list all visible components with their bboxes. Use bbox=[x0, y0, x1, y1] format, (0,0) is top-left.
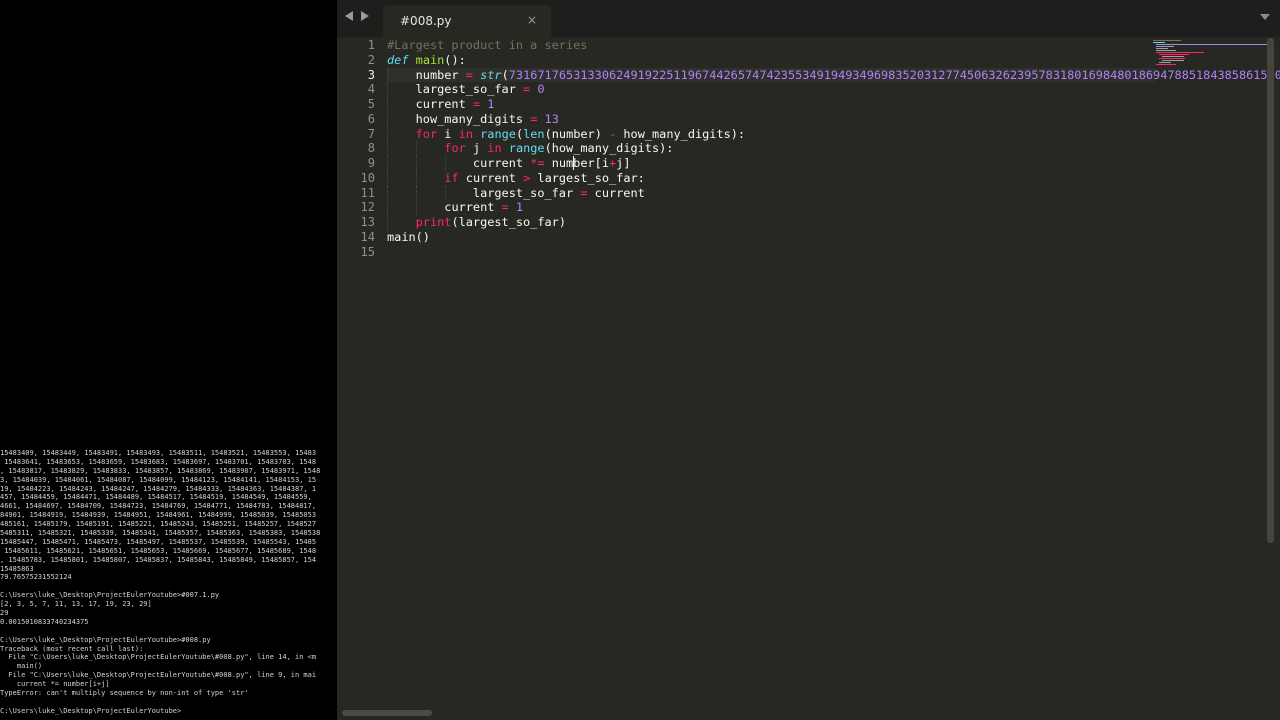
terminal-line: main() bbox=[0, 662, 43, 671]
terminal-line: 15483641, 15483653, 15483659, 15483683, … bbox=[0, 457, 317, 466]
code-line-5: current = 1 bbox=[387, 97, 1155, 112]
line-number: 14 bbox=[360, 229, 375, 244]
line-number: 6 bbox=[367, 111, 375, 126]
line-number: 8 bbox=[367, 141, 375, 156]
code-line-4: largest_so_far = 0 bbox=[387, 82, 1155, 97]
terminal-line: File "C:\Users\luke_\Desktop\ProjectEule… bbox=[0, 653, 317, 662]
terminal-line: C:\Users\luke_\Desktop\ProjectEulerYoutu… bbox=[0, 706, 182, 715]
code-line-9: current *= number[i+j] bbox=[387, 156, 1155, 171]
code-line-8: for j in range(how_many_digits): bbox=[387, 141, 1155, 156]
terminal-line: 15485447, 15485471, 15485473, 15485497, … bbox=[0, 537, 317, 546]
line-number: 7 bbox=[367, 126, 375, 141]
terminal-line: 485161, 15485179, 15485191, 15485221, 15… bbox=[0, 520, 317, 529]
terminal-line: File "C:\Users\luke_\Desktop\ProjectEule… bbox=[0, 671, 317, 680]
horizontal-scrollbar[interactable] bbox=[342, 710, 432, 716]
code-line-10: if current > largest_so_far: bbox=[387, 170, 1155, 186]
tab-dropdown-icon[interactable] bbox=[1260, 14, 1270, 20]
code-line-13: print(largest_so_far) bbox=[387, 215, 1155, 230]
nav-forward-arrow-icon[interactable] bbox=[361, 11, 369, 21]
terminal-line: , 15483817, 15483829, 15483833, 15483857… bbox=[0, 466, 321, 475]
terminal-line: [2, 3, 5, 7, 11, 13, 17, 19, 23, 29] bbox=[0, 600, 152, 609]
terminal-line: current *= number[i+j] bbox=[0, 680, 110, 689]
code-line-1: #Largest product in a series bbox=[387, 38, 588, 52]
code-line-12: current = 1 bbox=[387, 200, 1155, 215]
code-line-3: number = str(731671765313306249192251196… bbox=[387, 67, 1280, 83]
vertical-scrollbar[interactable] bbox=[1267, 38, 1274, 543]
terminal-line: 3, 15484039, 15484061, 15484087, 1548409… bbox=[0, 475, 317, 484]
terminal-line: 84901, 15484919, 15484939, 15484951, 154… bbox=[0, 511, 317, 520]
line-number: 10 bbox=[360, 170, 375, 185]
tab-bar: #008.py × bbox=[337, 0, 1280, 37]
line-number: 11 bbox=[360, 185, 375, 200]
line-number: 5 bbox=[367, 97, 375, 111]
text-cursor bbox=[573, 156, 574, 170]
terminal-line: C:\Users\luke_\Desktop\ProjectEulerYoutu… bbox=[0, 635, 211, 644]
terminal-line: 15483409, 15483449, 15483491, 15483493, … bbox=[0, 449, 317, 457]
line-number: 3 bbox=[367, 67, 375, 82]
code-line-6: how_many_digits = 13 bbox=[387, 111, 1155, 127]
tab-008-py[interactable]: #008.py × bbox=[383, 5, 551, 37]
code-line-14: main() bbox=[387, 229, 430, 244]
terminal-line: 0.0015010833740234375 bbox=[0, 617, 89, 626]
code-area[interactable]: #Largest product in a series def main():… bbox=[387, 38, 1280, 260]
digit-string-literal: 7316717653133062491922511967442657474235… bbox=[508, 67, 1280, 82]
terminal-output: 15483409, 15483449, 15483491, 15483493, … bbox=[0, 449, 337, 716]
tab-close-icon[interactable]: × bbox=[527, 13, 537, 27]
line-number-gutter: 1 2 3 4 5 6 7 8 9 10 11 12 13 14 15 bbox=[337, 38, 375, 259]
terminal-line: 4661, 15484697, 15484709, 15484723, 1548… bbox=[0, 502, 317, 511]
terminal-line: TypeError: can't multiply sequence by no… bbox=[0, 689, 249, 698]
code-line-2: def main(): bbox=[387, 52, 466, 67]
tab-title: #008.py bbox=[400, 14, 452, 28]
terminal-line: 29 bbox=[0, 609, 9, 618]
code-editor[interactable]: #008.py × 1 2 3 4 5 6 7 8 9 10 11 12 13 14 15 #Largest… bbox=[337, 0, 1280, 720]
terminal-line: , 15485783, 15485801, 15485807, 15485837… bbox=[0, 555, 317, 564]
code-line-7: for i in range(len(number) - how_many_di… bbox=[387, 126, 1155, 142]
terminal-line: 15485611, 15485621, 15485651, 15485653, … bbox=[0, 546, 317, 555]
nav-back-arrow-icon[interactable] bbox=[345, 11, 353, 21]
terminal-line: 19, 15484223, 15484243, 15484247, 154842… bbox=[0, 484, 317, 493]
line-number: 1 bbox=[367, 38, 375, 52]
code-line-11: largest_so_far = current bbox=[387, 185, 1155, 201]
terminal-line: C:\Users\luke_\Desktop\ProjectEulerYoutu… bbox=[0, 591, 220, 600]
terminal-line: 5485311, 15485321, 15485339, 15485341, 1… bbox=[0, 529, 321, 538]
terminal-line: Traceback (most recent call last): bbox=[0, 644, 144, 653]
terminal-line: 79.76575231552124 bbox=[0, 573, 72, 582]
line-number: 4 bbox=[367, 82, 375, 97]
terminal-window[interactable]: 15483409, 15483449, 15483491, 15483493, … bbox=[0, 0, 337, 720]
line-number: 12 bbox=[360, 200, 375, 215]
line-number: 15 bbox=[360, 244, 375, 259]
terminal-line: 15485863 bbox=[0, 564, 34, 573]
line-number: 13 bbox=[360, 215, 375, 229]
line-number: 9 bbox=[367, 156, 375, 170]
minimap[interactable] bbox=[1153, 38, 1272, 66]
terminal-line: 457, 15484459, 15484471, 15484489, 15484… bbox=[0, 493, 312, 502]
line-number: 2 bbox=[367, 52, 375, 67]
